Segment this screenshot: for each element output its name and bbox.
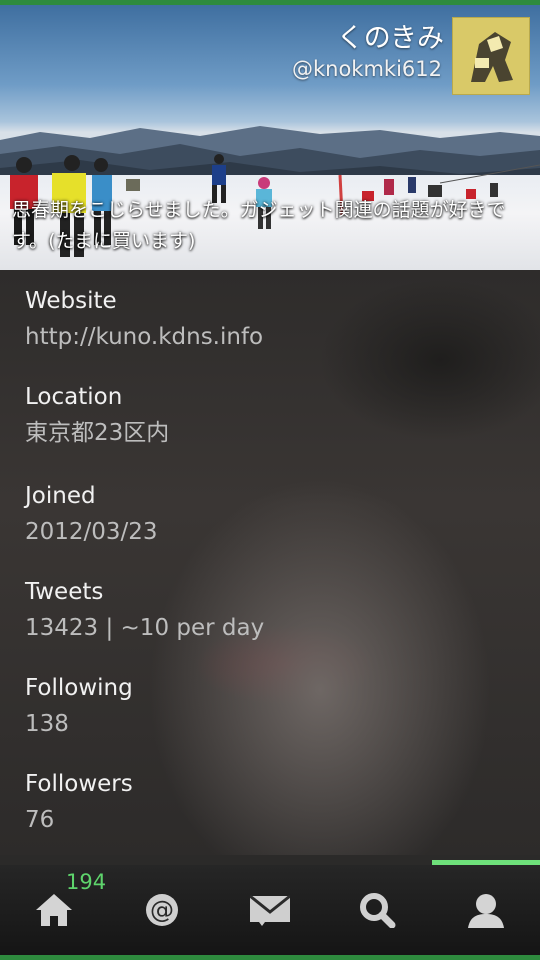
profile-bio: 思春期をこじらせました。ガジェット関連の話題が好きです。(たまに買います) (12, 199, 506, 252)
unread-count-badge: 194 (66, 870, 107, 894)
info-value: 13423 | ~10 per day (25, 615, 265, 641)
info-tweets[interactable]: Tweets 13423 | ~10 per day (25, 577, 264, 643)
info-label: Location (25, 384, 123, 410)
bottom-accent-bar (0, 955, 540, 960)
tab-search[interactable] (324, 865, 432, 955)
tab-messages[interactable] (216, 865, 324, 955)
tab-mentions[interactable]: @ (108, 865, 216, 955)
info-value: 2012/03/23 (25, 519, 158, 545)
search-icon (360, 893, 396, 928)
user-icon (468, 894, 504, 928)
tab-home[interactable]: 194 (0, 865, 108, 955)
bottom-tab-bar: 194 @ (0, 865, 540, 955)
info-following[interactable]: Following 138 (25, 673, 133, 739)
info-label: Tweets (25, 579, 104, 605)
profile-header: くのきみ @knokmki612 思春期をこじらせました。ガジェット関連の話題が… (0, 5, 540, 270)
home-icon (36, 894, 72, 926)
info-label: Following (25, 675, 133, 701)
profile-avatar[interactable] (452, 17, 530, 95)
info-location: Location 東京都23区内 (25, 382, 169, 448)
svg-text:@: @ (150, 896, 174, 924)
profile-handle: @knokmki612 (291, 57, 442, 81)
info-value: 東京都23区内 (25, 420, 170, 446)
top-accent-bar (0, 0, 540, 5)
info-label: Joined (25, 483, 96, 509)
info-value: 76 (25, 807, 55, 833)
info-joined: Joined 2012/03/23 (25, 481, 158, 547)
website-link[interactable]: http://kuno.kdns.info (25, 322, 263, 352)
info-value: 138 (25, 711, 69, 737)
info-website[interactable]: Website http://kuno.kdns.info (25, 286, 263, 352)
profile-info-list: Website http://kuno.kdns.info Location 東… (0, 270, 540, 855)
profile-name: くのきみ (336, 23, 444, 54)
mail-icon (250, 894, 290, 926)
info-label: Followers (25, 771, 133, 797)
info-label: Website (25, 288, 117, 314)
at-sign-icon: @ (146, 894, 178, 926)
info-followers[interactable]: Followers 76 (25, 769, 133, 835)
tab-profile[interactable] (432, 865, 540, 955)
